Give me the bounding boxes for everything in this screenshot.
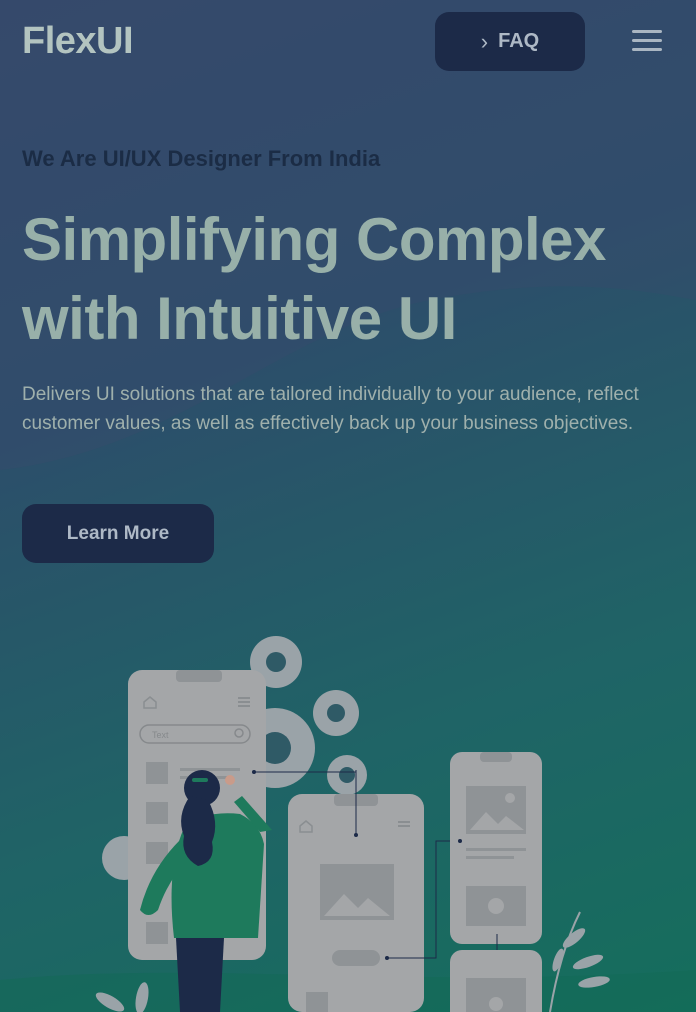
faq-label: FAQ xyxy=(498,30,540,52)
hamburger-menu-icon[interactable] xyxy=(632,30,662,52)
phone-mockup-right-top xyxy=(450,752,542,972)
hero-illustration: Text xyxy=(95,636,610,1012)
phone-mockup-middle xyxy=(252,770,460,1012)
hero-title-line2: with Intuitive UI xyxy=(22,285,457,352)
hero-description: Delivers UI solutions that are tailored … xyxy=(22,384,639,434)
chevron-right-icon: › xyxy=(480,28,489,54)
hero-tagline: We Are UI/UX Designer From India xyxy=(22,146,381,171)
hero-title-line1: Simplifying Complex xyxy=(22,206,606,273)
site-header: FlexUI › FAQ xyxy=(0,0,696,84)
phone-mockup-right-bottom xyxy=(450,950,542,1012)
learn-more-button[interactable]: Learn More xyxy=(22,504,214,563)
faq-button[interactable]: › FAQ xyxy=(435,12,585,71)
hero-title: Simplifying Complex with Intuitive UI xyxy=(22,200,682,358)
search-placeholder: Text xyxy=(152,730,169,740)
logo[interactable]: FlexUI xyxy=(22,20,134,63)
